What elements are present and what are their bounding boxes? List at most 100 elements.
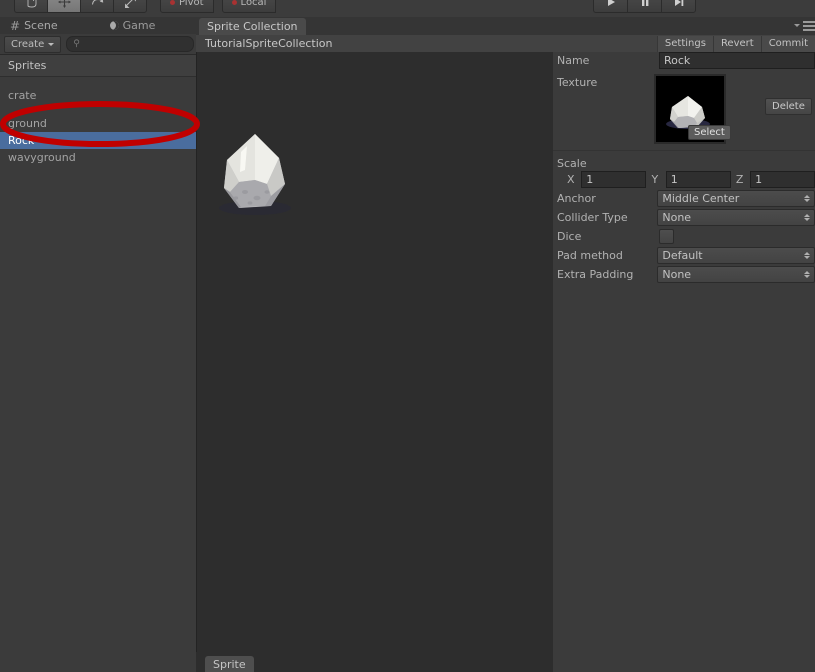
list-item-label: Rock [8, 134, 35, 147]
inspector-topbar [553, 17, 815, 35]
revert-button[interactable]: Revert [712, 35, 761, 52]
search-input[interactable]: ⚲ [66, 36, 194, 52]
commit-label: Commit [768, 38, 808, 49]
collider-type-value: None [662, 211, 692, 224]
dice-checkbox[interactable] [659, 229, 674, 244]
tab-sprite-label: Sprite [213, 657, 246, 671]
inspector-body: Name Rock Texture Select Delete Scale X … [553, 52, 815, 285]
stepper-arrows-icon [804, 214, 810, 221]
list-item-label: ground [8, 117, 47, 130]
stepper-arrows-icon [804, 252, 810, 259]
tab-game-label: Game [122, 19, 156, 32]
step-button[interactable] [661, 0, 696, 13]
local-label: Local [240, 0, 267, 8]
inspector-panel: Settings Revert Commit Name Rock Texture [553, 17, 815, 672]
create-button[interactable]: Create [4, 35, 62, 53]
rock-sprite-preview[interactable] [205, 122, 305, 222]
sprite-preview-canvas[interactable] [196, 52, 555, 652]
hand-tool-button[interactable] [14, 0, 47, 13]
revert-label: Revert [720, 38, 754, 49]
move-tool-button[interactable] [47, 0, 80, 13]
pad-method-row: Pad method Default [553, 247, 815, 264]
tab-game[interactable]: Game [104, 17, 166, 34]
texture-row: Texture Select Delete [553, 74, 815, 144]
settings-label: Settings [664, 38, 706, 49]
search-icon: ⚲ [73, 39, 80, 49]
dice-label: Dice [557, 230, 582, 243]
rotate-tool-button[interactable] [80, 0, 113, 13]
local-icon [231, 0, 237, 5]
commit-button[interactable]: Commit [760, 35, 815, 52]
scale-z-field[interactable]: 1 [750, 171, 815, 188]
scene-game-tabbar: # Scene Game [0, 17, 196, 34]
anchor-dropdown[interactable]: Middle Center [657, 190, 815, 207]
center-tabbar: Sprite Collection [196, 17, 553, 35]
scale-x-value: 1 [586, 173, 594, 186]
stepper-arrows-icon [804, 195, 810, 202]
anchor-value: Middle Center [662, 192, 740, 205]
moon-icon [109, 21, 119, 30]
tab-sprite-collection[interactable]: Sprite Collection [199, 18, 306, 35]
pivot-toggle-group: Pivot Local [160, 0, 277, 13]
list-item-wavyground[interactable]: wavyground [0, 149, 196, 166]
sprite-list: crate ground Rock wavyground [0, 76, 196, 166]
scale-y-field[interactable]: 1 [665, 171, 731, 188]
collider-type-label: Collider Type [557, 211, 628, 224]
scale-y-value: 1 [670, 173, 678, 186]
hierarchy-toolbar: Create ⚲ [0, 34, 200, 55]
options-menu-icon [803, 21, 815, 31]
pad-method-dropdown[interactable]: Default [657, 247, 815, 264]
grid-icon: # [10, 18, 21, 33]
scale-z-value: 1 [755, 173, 763, 186]
select-texture-button[interactable]: Select [688, 125, 731, 140]
collection-title-bar: TutorialSpriteCollection [196, 35, 562, 52]
tab-scene[interactable]: # Scene [4, 17, 68, 34]
name-field[interactable]: Rock [659, 52, 815, 69]
list-item-rock[interactable]: Rock [0, 132, 196, 149]
collider-type-row: Collider Type None [553, 209, 815, 226]
texture-label: Texture [557, 76, 598, 89]
rock-sprite-graphic [219, 134, 291, 215]
select-label: Select [694, 127, 725, 138]
pivot-toggle-button[interactable]: Pivot [160, 0, 214, 13]
scale-x-label: X [567, 173, 575, 186]
unity-editor-window: Pivot Local # Scene Game Create ⚲ Sprite… [0, 0, 815, 672]
pause-button[interactable] [627, 0, 661, 13]
scale-tool-button[interactable] [113, 0, 147, 13]
name-value: Rock [664, 54, 691, 67]
transform-tool-group [14, 0, 147, 13]
pivot-icon [170, 0, 175, 5]
play-button[interactable] [593, 0, 627, 13]
delete-button[interactable]: Delete [765, 98, 812, 115]
stepper-arrows-icon [804, 271, 810, 278]
scale-xyz-row: X 1 Y 1 Z 1 [553, 171, 815, 188]
scale-x-field[interactable]: 1 [581, 171, 647, 188]
extra-padding-dropdown[interactable]: None [657, 266, 815, 283]
anchor-label: Anchor [557, 192, 596, 205]
sprites-header-label: Sprites [8, 59, 47, 72]
collider-type-dropdown[interactable]: None [657, 209, 815, 226]
settings-button[interactable]: Settings [656, 35, 713, 52]
anchor-row: Anchor Middle Center [553, 190, 815, 207]
extra-padding-value: None [662, 268, 692, 281]
scale-z-label: Z [735, 173, 744, 186]
dice-row: Dice [553, 228, 815, 245]
tab-scene-label: Scene [24, 19, 58, 32]
sprites-list-header: Sprites [0, 55, 204, 77]
pivot-label: Pivot [179, 0, 204, 8]
chevron-down-icon [48, 42, 55, 46]
list-item-label: wavyground [8, 151, 76, 164]
local-toggle-button[interactable]: Local [221, 0, 277, 13]
name-row: Name Rock [553, 52, 815, 69]
extra-padding-label: Extra Padding [557, 268, 634, 281]
tab-sprite[interactable]: Sprite [205, 656, 254, 672]
list-item-crate[interactable]: crate [0, 87, 196, 104]
top-toolbar: Pivot Local [0, 0, 815, 18]
list-item-ground[interactable]: ground [0, 115, 196, 132]
tab-sprite-collection-label: Sprite Collection [207, 20, 298, 33]
options-menu-button[interactable] [794, 21, 815, 31]
create-label: Create [11, 38, 45, 50]
scale-y-label: Y [651, 173, 659, 186]
extra-padding-row: Extra Padding None [553, 266, 815, 283]
left-dock-panel: # Scene Game Create ⚲ Sprites crate grou… [0, 17, 204, 672]
